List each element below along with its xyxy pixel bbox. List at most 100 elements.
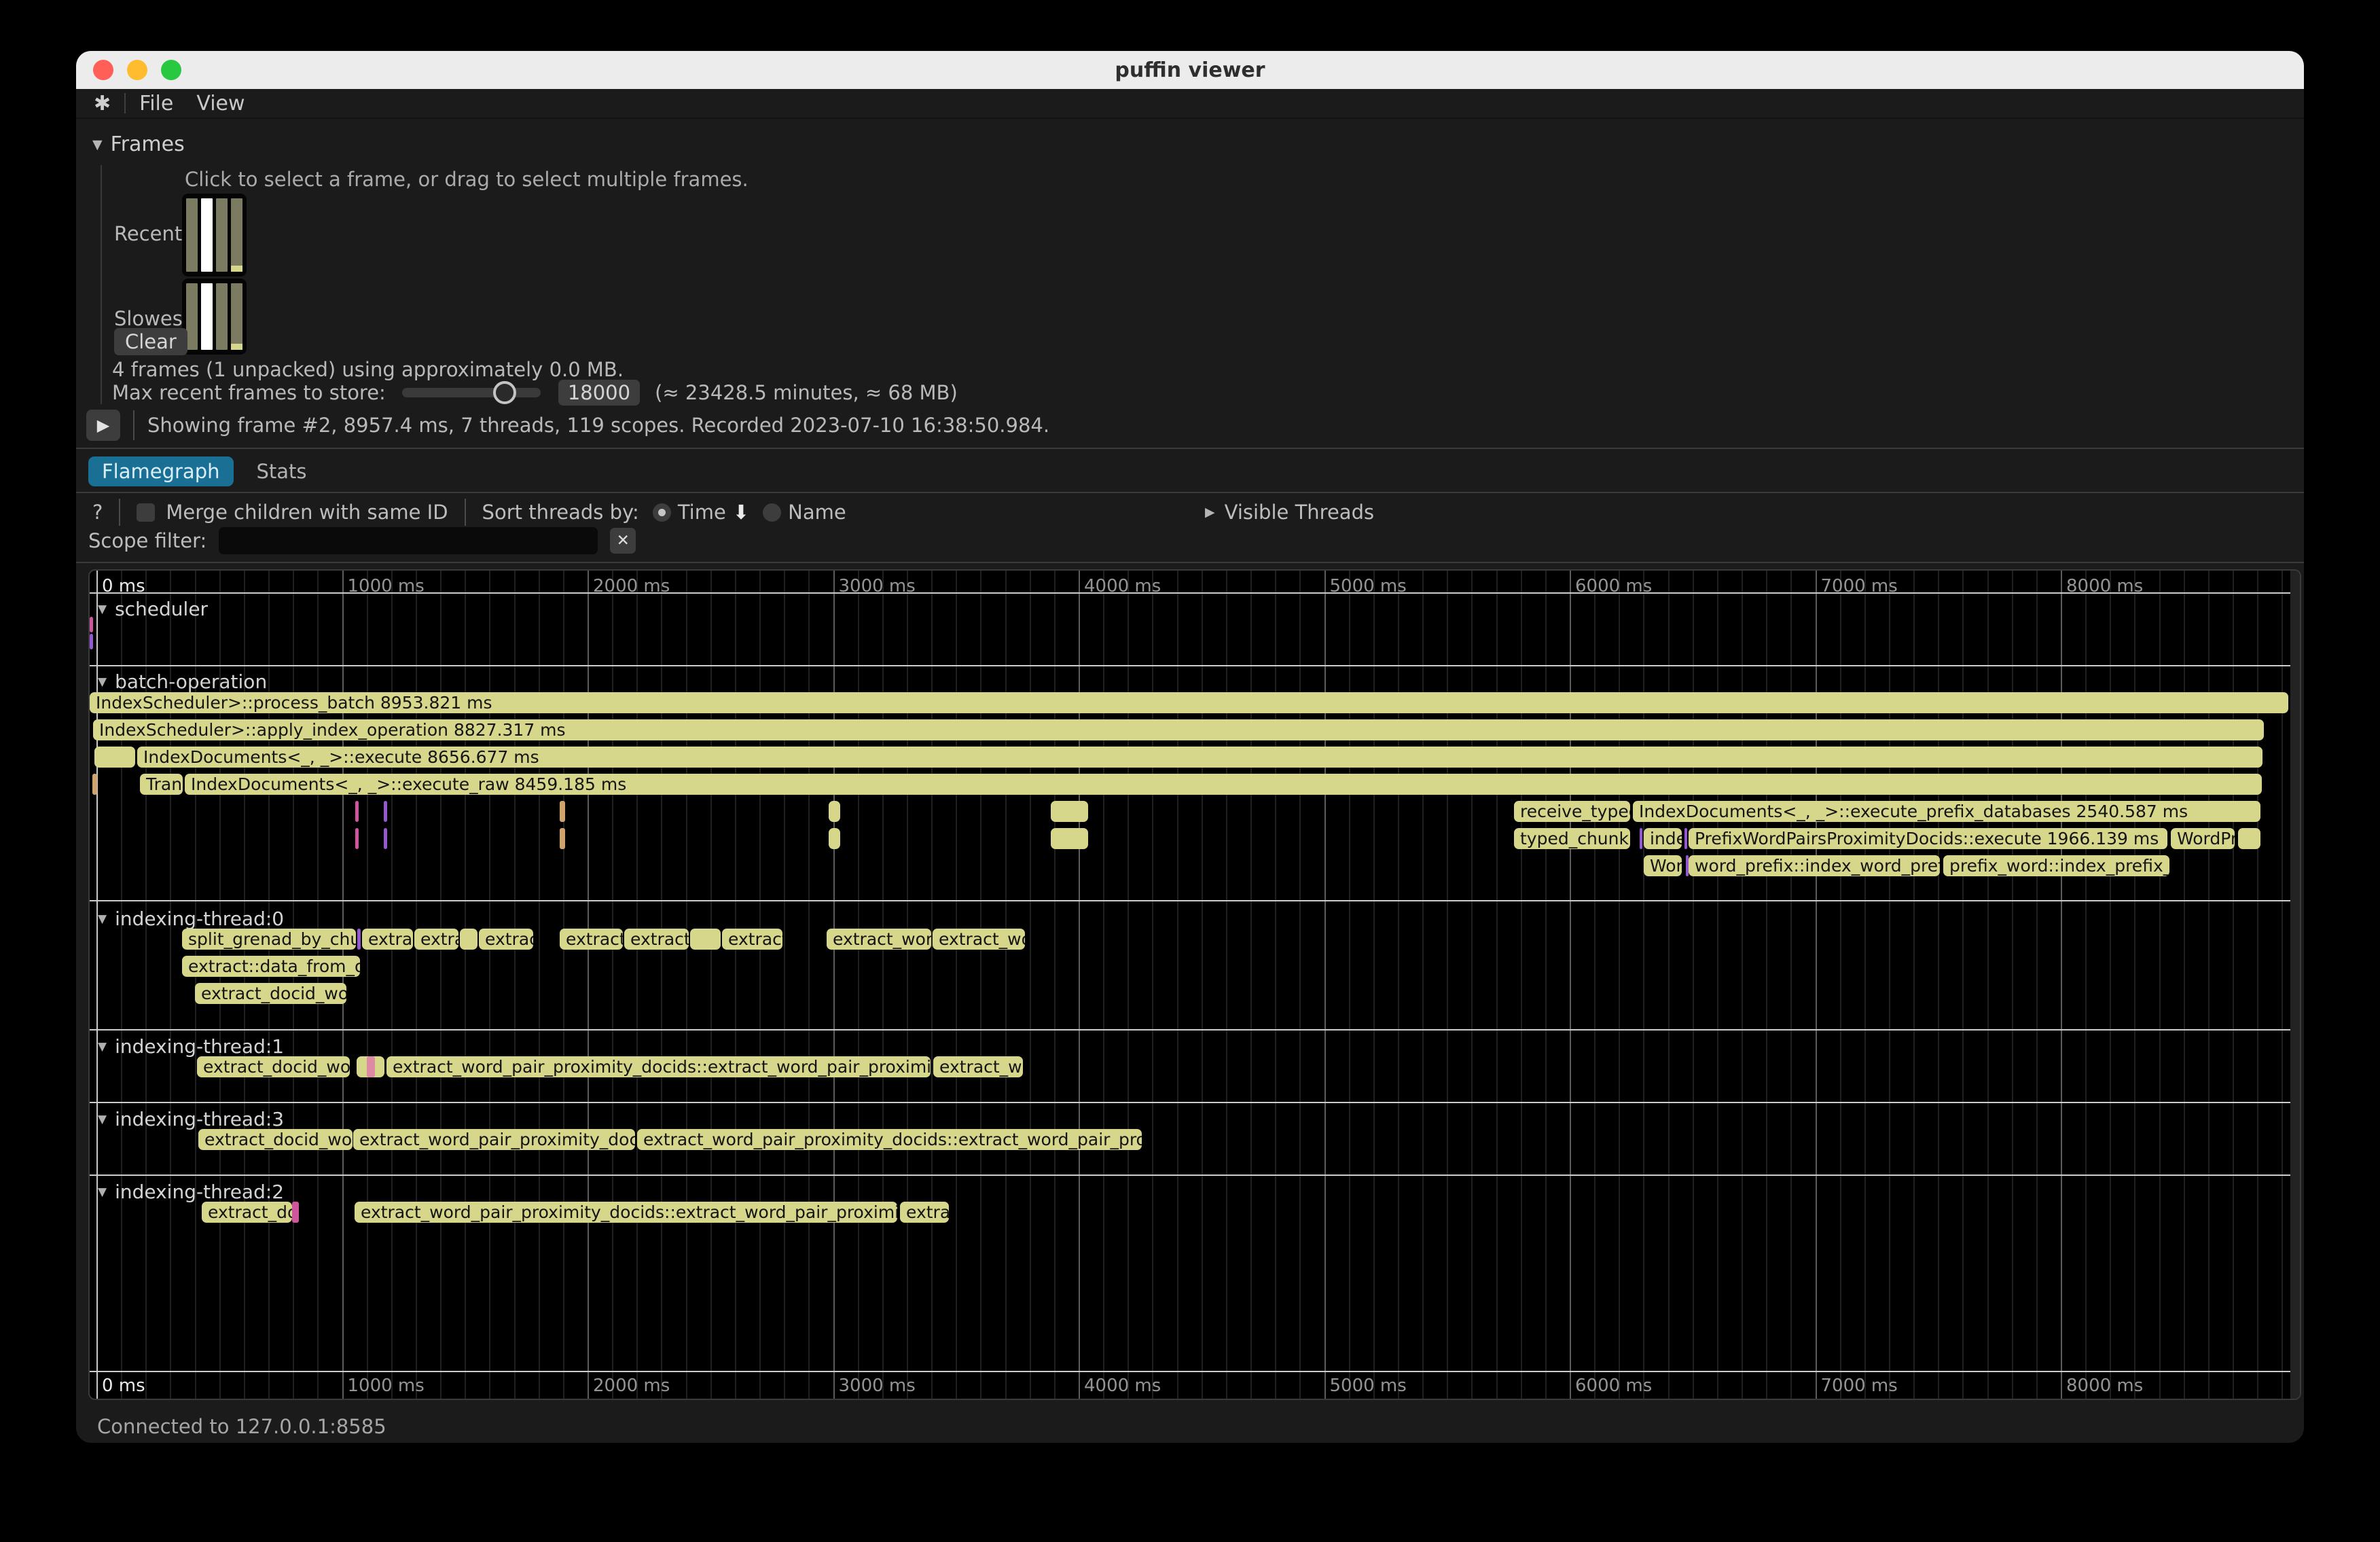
scope-bar[interactable]: extract_docid_word <box>198 1129 353 1150</box>
scope-bar[interactable] <box>1051 828 1088 849</box>
scope-bar[interactable]: extract_word_pair_proximity_docids::extr… <box>637 1129 1142 1150</box>
scope-bar[interactable] <box>829 801 840 822</box>
scrollbar-track[interactable] <box>2290 571 2300 1399</box>
recent-frames-thumbnail[interactable] <box>182 194 247 276</box>
sort-by-time-label[interactable]: Time <box>678 501 726 524</box>
frames-section-header[interactable]: ▼ Frames <box>92 132 185 156</box>
scope-bar[interactable] <box>355 828 359 849</box>
scope-bar[interactable] <box>292 1202 299 1223</box>
track-separator <box>90 1102 2300 1103</box>
scope-bar[interactable] <box>384 828 387 849</box>
scope-bar[interactable] <box>2238 828 2260 849</box>
frame-bar[interactable] <box>186 198 198 272</box>
frame-bar[interactable] <box>231 198 242 272</box>
scope-bar[interactable]: PrefixWordPairsProximityDocids::execute … <box>1689 828 2167 849</box>
frame-bar[interactable] <box>186 283 198 350</box>
scope-bar[interactable]: prefix_word::index_prefix_wo <box>1943 855 2169 876</box>
scope-bar[interactable]: extra <box>414 929 458 950</box>
scope-bar[interactable]: extract_wo <box>933 1056 1023 1077</box>
clear-button[interactable]: Clear <box>114 328 187 355</box>
help-button[interactable]: ? <box>92 501 103 524</box>
sort-by-time-radio[interactable] <box>653 503 671 522</box>
tab-stats[interactable]: Stats <box>251 456 312 486</box>
scope-bar[interactable]: extract_wo <box>933 929 1025 950</box>
scope-bar[interactable]: index <box>1644 828 1682 849</box>
scope-bar[interactable] <box>90 617 93 632</box>
sort-direction-icon[interactable]: ⬇ <box>733 501 749 524</box>
scope-bar[interactable]: IndexDocuments<_, _>::execute_raw 8459.1… <box>185 774 2262 795</box>
scope-bar[interactable]: Trans <box>140 774 183 795</box>
scope-bar[interactable]: extract_word_pair_proximity_docids <box>353 1129 635 1150</box>
frame-bar[interactable] <box>201 198 213 272</box>
minimize-button[interactable] <box>127 60 147 80</box>
scope-bar[interactable] <box>1051 801 1088 822</box>
slider-knob[interactable] <box>493 381 516 404</box>
track-header-indexing-thread:0[interactable]: ▼indexing-thread:0 <box>98 908 284 930</box>
max-frames-value[interactable]: 18000 <box>558 380 640 406</box>
scope-bar[interactable] <box>90 634 93 649</box>
menu-file[interactable]: File <box>139 92 173 115</box>
sort-by-name-radio[interactable] <box>763 503 781 522</box>
track-header-indexing-thread:2[interactable]: ▼indexing-thread:2 <box>98 1181 284 1203</box>
scope-bar[interactable]: word_prefix::index_word_prefix_ <box>1689 855 1940 876</box>
scope-bar[interactable]: extract::data_from_ob <box>182 956 360 977</box>
scope-filter-input[interactable] <box>219 527 598 554</box>
scope-bar[interactable]: extract_word_pair_proximity_docids::extr… <box>355 1202 897 1223</box>
scope-bar[interactable]: extrac <box>900 1202 949 1223</box>
zoom-button[interactable] <box>161 60 181 80</box>
max-frames-slider[interactable] <box>402 379 541 406</box>
scope-bar[interactable]: extrac <box>479 929 533 950</box>
clear-filter-button[interactable]: ✕ <box>610 528 636 554</box>
frame-bar[interactable] <box>231 283 242 350</box>
track-header-indexing-thread:3[interactable]: ▼indexing-thread:3 <box>98 1108 284 1130</box>
scope-bar[interactable] <box>690 929 721 950</box>
sort-by-name-label[interactable]: Name <box>788 501 846 524</box>
frame-bar[interactable] <box>201 283 213 350</box>
scope-bar[interactable]: IndexDocuments<_, _>::execute_prefix_dat… <box>1633 801 2260 822</box>
scope-bar[interactable]: extract_docid_word <box>197 1056 350 1077</box>
scope-bar[interactable]: Word <box>1644 855 1682 876</box>
close-button[interactable] <box>93 60 113 80</box>
scope-bar[interactable] <box>460 929 477 950</box>
play-button[interactable]: ▶ <box>86 410 120 441</box>
scope-bar[interactable]: extract_word_pair_proximity_docids::extr… <box>386 1056 931 1077</box>
scope-bar[interactable] <box>1684 828 1687 849</box>
scope-bar[interactable] <box>384 801 387 822</box>
scope-bar[interactable] <box>1640 828 1642 849</box>
slowest-frames-thumbnail[interactable] <box>182 279 247 355</box>
menu-view[interactable]: View <box>196 92 245 115</box>
scope-bar[interactable] <box>367 1056 375 1077</box>
scope-bar[interactable]: extract_docid_wor <box>195 983 346 1004</box>
scope-bar[interactable]: IndexDocuments<_, _>::execute 8656.677 m… <box>137 747 2262 768</box>
scope-bar[interactable] <box>560 828 565 849</box>
scope-bar[interactable] <box>357 929 361 950</box>
scope-bar[interactable]: extract_ <box>624 929 689 950</box>
scope-bar[interactable] <box>829 828 840 849</box>
scope-bar[interactable]: receive_typed_ <box>1514 801 1630 822</box>
frame-bar[interactable] <box>216 283 228 350</box>
visible-threads-header[interactable]: ▶ Visible Threads <box>1205 499 1374 525</box>
scope-bar[interactable]: extract <box>362 929 413 950</box>
slider-track[interactable] <box>402 388 541 397</box>
scope-bar[interactable]: split_grenad_by_chun <box>182 929 356 950</box>
scope-bar[interactable] <box>560 801 565 822</box>
scope-bar[interactable]: typed_chunk::w <box>1514 828 1630 849</box>
flamegraph-canvas[interactable]: 0 ms0 ms1000 ms1000 ms2000 ms2000 ms3000… <box>88 569 2301 1400</box>
scope-bar[interactable] <box>92 774 97 795</box>
scope-bar[interactable] <box>355 801 359 822</box>
track-header-indexing-thread:1[interactable]: ▼indexing-thread:1 <box>98 1035 284 1058</box>
track-header-batch-operation[interactable]: ▼batch-operation <box>98 670 267 693</box>
scope-bar[interactable]: IndexScheduler>::process_batch 8953.821 … <box>90 692 2288 713</box>
sort-threads-label: Sort threads by: <box>482 501 639 524</box>
scope-bar[interactable]: extract <box>722 929 782 950</box>
merge-children-checkbox[interactable] <box>137 503 155 522</box>
tab-flamegraph[interactable]: Flamegraph <box>88 456 234 486</box>
scope-bar[interactable]: WordPr <box>2171 828 2235 849</box>
scope-bar[interactable]: extract_word <box>827 929 931 950</box>
track-header-scheduler[interactable]: ▼scheduler <box>98 598 208 620</box>
scope-bar[interactable] <box>94 747 135 768</box>
scope-bar[interactable]: extract_ <box>560 929 623 950</box>
scope-bar[interactable]: extract_doc <box>202 1202 292 1223</box>
frame-bar[interactable] <box>216 198 228 272</box>
scope-bar[interactable]: IndexScheduler>::apply_index_operation 8… <box>93 719 2264 740</box>
